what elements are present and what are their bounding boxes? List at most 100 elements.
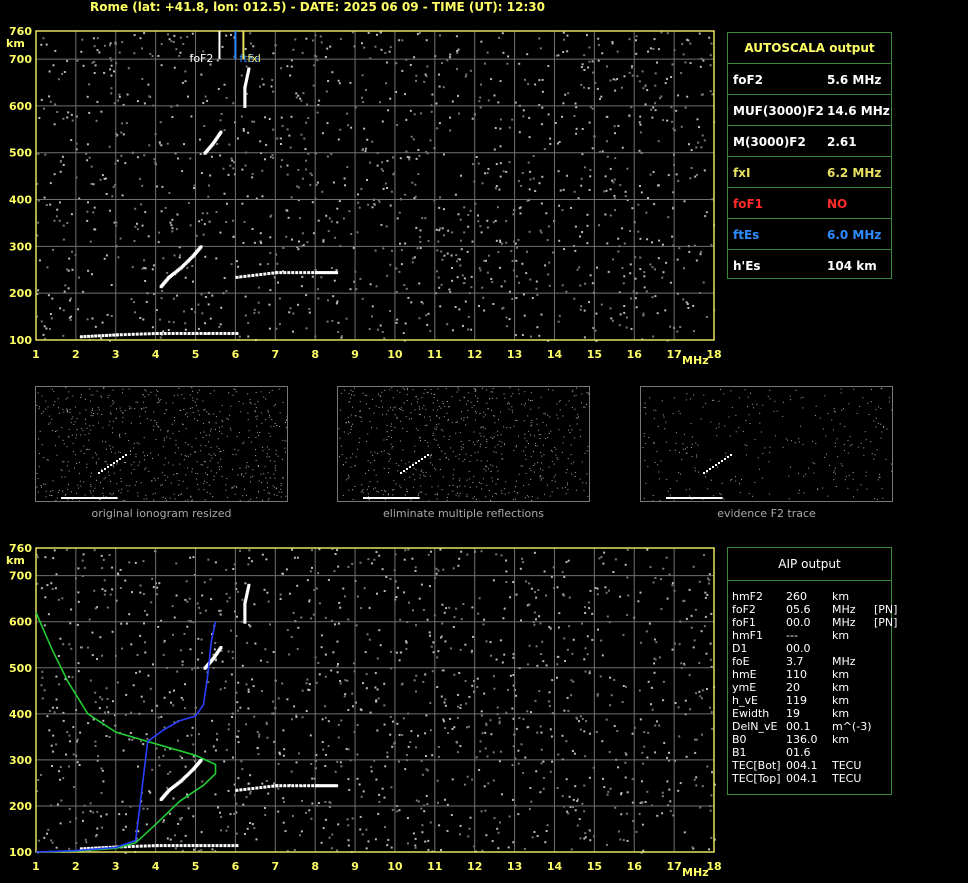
thumb-dot <box>849 445 851 447</box>
noise-dot <box>550 735 553 738</box>
thumb-dot <box>794 442 796 444</box>
thumb-dot <box>66 409 68 411</box>
noise-dot <box>131 591 133 594</box>
noise-dot <box>242 803 245 806</box>
thumb-dot <box>134 408 136 410</box>
noise-dot <box>462 603 465 605</box>
thumb-dot <box>667 490 669 492</box>
noise-dot <box>600 556 603 558</box>
thumb-dot <box>110 448 112 450</box>
thumb-dot <box>823 456 825 458</box>
thumb-dot <box>531 419 533 421</box>
thumb-dot <box>494 493 496 494</box>
thumb-dot <box>500 446 502 447</box>
noise-dot <box>365 847 368 850</box>
thumb-dot <box>411 403 413 405</box>
thumb-dot <box>430 455 432 457</box>
thumb-dot <box>390 443 392 445</box>
thumb-dot <box>472 441 474 443</box>
noise-dot <box>571 750 574 752</box>
thumb-dot <box>391 387 393 389</box>
thumb-dot <box>452 490 454 492</box>
thumb-dot <box>173 417 175 419</box>
thumb-dot <box>735 431 737 433</box>
thumb-dot <box>191 499 193 501</box>
thumb-dot <box>272 485 274 487</box>
autoscala-value: 104 km <box>827 259 877 273</box>
noise-dot <box>655 641 658 644</box>
noise-dot <box>94 607 97 610</box>
noise-dot <box>526 710 529 713</box>
thumb-dot <box>451 396 453 398</box>
noise-dot <box>450 814 453 816</box>
thumb-dot <box>584 452 586 454</box>
thumb-dot <box>750 392 751 394</box>
thumb-dot <box>342 464 344 466</box>
thumb-dot <box>143 407 145 409</box>
noise-dot <box>428 631 431 634</box>
noise-dot <box>583 658 586 661</box>
thumb-dot <box>352 406 353 408</box>
thumb-dot <box>393 407 395 409</box>
thumb-dot <box>452 478 454 480</box>
thumb-dot <box>795 389 797 391</box>
thumb-dot <box>285 495 287 497</box>
thumb-dot <box>447 493 449 495</box>
noise-dot <box>662 699 665 702</box>
thumb-dot <box>92 415 94 417</box>
noise-dot <box>365 673 368 676</box>
thumb-dot <box>678 472 680 474</box>
thumb-dot <box>491 477 493 479</box>
thumb-dot <box>695 442 697 444</box>
noise-dot <box>324 765 327 767</box>
noise-dot <box>706 594 709 596</box>
noise-dot <box>677 789 680 792</box>
noise-dot <box>337 622 340 625</box>
thumb-dot <box>213 453 215 455</box>
thumb-dot <box>683 434 685 436</box>
noise-dot <box>395 651 398 654</box>
noise-dot <box>324 675 327 678</box>
noise-dot <box>312 613 315 616</box>
thumb-dot <box>458 495 460 497</box>
thumb-dot <box>507 401 509 403</box>
noise-dot <box>199 612 202 615</box>
thumb-dot <box>446 412 448 414</box>
noise-dot <box>492 779 495 782</box>
noise-dot <box>106 698 109 700</box>
noise-dot <box>175 562 178 565</box>
noise-dot <box>542 760 545 763</box>
thumb-dot <box>767 395 769 397</box>
noise-dot <box>581 717 584 720</box>
noise-dot <box>708 578 711 581</box>
thumb-dot <box>74 454 76 456</box>
noise-dot <box>144 641 146 644</box>
thumb-dot <box>686 452 688 454</box>
noise-dot <box>82 811 85 814</box>
noise-dot <box>82 553 85 556</box>
noise-dot <box>334 623 336 626</box>
thumb-dot <box>181 423 183 425</box>
thumb-dot <box>195 472 197 474</box>
noise-dot <box>39 774 42 776</box>
noise-dot <box>576 824 579 827</box>
thumb-dot <box>852 478 854 480</box>
thumb-dot <box>348 421 349 423</box>
noise-dot <box>364 651 367 654</box>
thumb-dot <box>153 499 155 501</box>
thumb-dot <box>466 416 468 418</box>
noise-dot <box>425 714 428 717</box>
thumb-dot <box>415 469 417 471</box>
noise-dot <box>170 701 172 704</box>
thumb-dot <box>730 390 732 392</box>
noise-dot <box>373 558 376 561</box>
thumb-dot <box>124 499 126 501</box>
noise-dot <box>403 558 406 561</box>
thumb-dot <box>466 495 468 497</box>
noise-dot <box>639 718 642 721</box>
thumb-dot <box>429 457 431 459</box>
echo-point <box>291 784 295 788</box>
noise-dot <box>151 768 154 771</box>
thumb-dot <box>870 388 872 390</box>
thumb-dot <box>561 451 563 453</box>
